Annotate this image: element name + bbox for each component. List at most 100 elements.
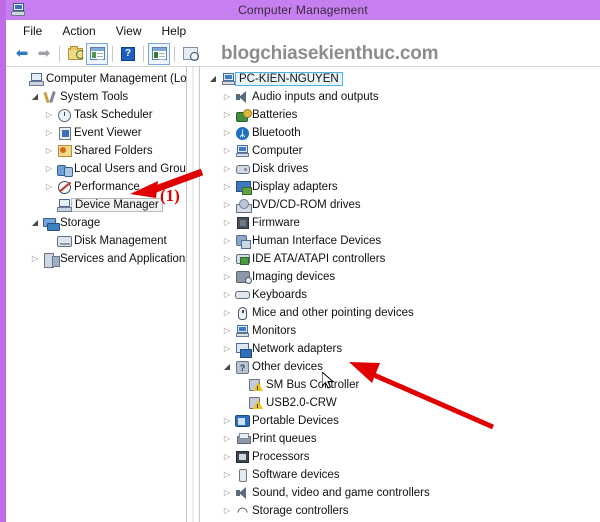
expand-collapse-closed-icon[interactable]: ▷ (220, 106, 234, 124)
tree-row[interactable]: ▷Audio inputs and outputs (200, 88, 600, 106)
tree-row[interactable]: ▷DVD/CD-ROM drives (200, 196, 600, 214)
tree-row[interactable]: ▷Processors (200, 448, 600, 466)
tree-row[interactable]: ▷ Local Users and Groups (6, 160, 186, 178)
expand-collapse-closed-icon[interactable]: ▷ (220, 430, 234, 448)
tree-row[interactable]: ◢?Other devices (200, 358, 600, 376)
tree-row[interactable]: ◢System Tools (6, 88, 186, 106)
tree-row[interactable]: ▷Mice and other pointing devices (200, 304, 600, 322)
expand-collapse-open-icon[interactable]: ◢ (28, 88, 42, 106)
tree-row[interactable]: ▷ Computer (200, 142, 600, 160)
tree-row[interactable]: ▷Services and Applications (6, 250, 186, 268)
expand-collapse-closed-icon[interactable]: ▷ (220, 178, 234, 196)
back-arrow-icon: ⬅ (16, 46, 29, 61)
tree-row[interactable]: USB2.0-CRW (200, 394, 600, 412)
tree-row[interactable]: ▷Imaging devices (200, 268, 600, 286)
local-users-groups-icon (56, 163, 73, 176)
expand-collapse-closed-icon[interactable]: ▷ (220, 286, 234, 304)
computer-management-icon (28, 73, 45, 86)
expand-collapse-closed-icon[interactable]: ▷ (220, 412, 234, 430)
panes-container: Computer Management (Local◢System Tools▷… (6, 67, 600, 522)
back-button[interactable]: ⬅ (11, 43, 33, 65)
expand-collapse-closed-icon[interactable]: ▷ (220, 142, 234, 160)
show-action-pane-button[interactable] (148, 43, 170, 65)
tree-row[interactable]: ▷Task Scheduler (6, 106, 186, 124)
tree-row[interactable]: ▷Software devices (200, 466, 600, 484)
tree-row[interactable]: ▷Human Interface Devices (200, 232, 600, 250)
expand-collapse-closed-icon[interactable]: ▷ (220, 304, 234, 322)
tree-row[interactable]: ◢Storage (6, 214, 186, 232)
expand-collapse-open-icon[interactable]: ◢ (220, 358, 234, 376)
toolbar: ⬅ ➡ ? blogchiasekient (6, 41, 600, 67)
expand-collapse-open-icon[interactable]: ◢ (206, 70, 220, 88)
tree-row[interactable]: ▷Shared Folders (6, 142, 186, 160)
show-hide-console-tree-button[interactable] (86, 43, 108, 65)
tree-item-label: Computer (251, 145, 303, 157)
tree-item-label: Display adapters (251, 181, 338, 193)
expand-collapse-closed-icon[interactable]: ▷ (220, 232, 234, 250)
expand-collapse-closed-icon[interactable]: ▷ (42, 142, 56, 160)
tree-item-label: IDE ATA/ATAPI controllers (251, 253, 385, 265)
expand-collapse-closed-icon[interactable]: ▷ (220, 502, 234, 520)
tree-row[interactable]: Disk Management (6, 232, 186, 250)
device-tree-pane[interactable]: ◢PC-KIEN-NGUYEN▷Audio inputs and outputs… (200, 67, 600, 522)
tree-row[interactable]: ▷Network adapters (200, 340, 600, 358)
tree-row[interactable]: ▷Performance (6, 178, 186, 196)
tree-row[interactable]: ▷Portable Devices (200, 412, 600, 430)
expand-collapse-closed-icon[interactable]: ▷ (220, 88, 234, 106)
help-button[interactable]: ? (117, 43, 139, 65)
expand-collapse-open-icon[interactable]: ◢ (28, 214, 42, 232)
expand-collapse-closed-icon[interactable]: ▷ (42, 124, 56, 142)
pane-splitter[interactable] (186, 67, 200, 522)
tree-item-label: SM Bus Controller (265, 379, 359, 391)
tree-row[interactable]: ▷ᛦBluetooth (200, 124, 600, 142)
tree-row[interactable]: ▷Print queues (200, 430, 600, 448)
tree-row[interactable]: Computer Management (Local (6, 70, 186, 88)
expand-collapse-closed-icon[interactable]: ▷ (220, 448, 234, 466)
menu-action[interactable]: Action (53, 22, 104, 40)
expand-collapse-closed-icon[interactable]: ▷ (42, 178, 56, 196)
dvd-drive-icon (234, 199, 251, 211)
up-folder-button[interactable] (64, 43, 86, 65)
tree-item-label: Keyboards (251, 289, 307, 301)
tree-row[interactable]: ▷◠Storage controllers (200, 502, 600, 520)
menu-file[interactable]: File (14, 22, 51, 40)
storage-controller-icon: ◠ (234, 505, 251, 518)
tree-row[interactable]: ▷Sound, video and game controllers (200, 484, 600, 502)
expand-collapse-closed-icon[interactable]: ▷ (220, 322, 234, 340)
system-tools-icon (42, 90, 59, 104)
tree-row[interactable]: ▷Firmware (200, 214, 600, 232)
expand-collapse-closed-icon[interactable]: ▷ (220, 484, 234, 502)
expand-collapse-closed-icon[interactable]: ▷ (28, 250, 42, 268)
tree-row[interactable]: ▷Disk drives (200, 160, 600, 178)
expand-collapse-closed-icon[interactable]: ▷ (220, 250, 234, 268)
expand-collapse-closed-icon[interactable]: ▷ (220, 214, 234, 232)
tree-row[interactable]: ▷ IDE ATA/ATAPI controllers (200, 250, 600, 268)
expand-collapse-closed-icon[interactable]: ▷ (220, 160, 234, 178)
menu-view[interactable]: View (107, 22, 151, 40)
expand-collapse-closed-icon[interactable]: ▷ (220, 340, 234, 358)
tree-row[interactable]: ▷Monitors (200, 322, 600, 340)
scan-hardware-changes-button[interactable] (179, 43, 201, 65)
forward-arrow-icon: ➡ (38, 46, 51, 61)
tree-item-label: Batteries (251, 109, 297, 121)
expand-collapse-closed-icon[interactable]: ▷ (220, 124, 234, 142)
tree-row[interactable]: SM Bus Controller (200, 376, 600, 394)
expand-collapse-closed-icon[interactable]: ▷ (220, 466, 234, 484)
console-tree-pane[interactable]: Computer Management (Local◢System Tools▷… (6, 67, 186, 522)
menu-help[interactable]: Help (153, 22, 196, 40)
expand-collapse-closed-icon[interactable]: ▷ (42, 160, 56, 178)
forward-button[interactable]: ➡ (33, 43, 55, 65)
tree-row[interactable]: ◢PC-KIEN-NGUYEN (200, 70, 600, 88)
tree-row[interactable]: ▷ Batteries (200, 106, 600, 124)
tree-row[interactable]: ▷ Display adapters (200, 178, 600, 196)
tree-row[interactable]: Device Manager (6, 196, 186, 214)
tree-item-label: Disk Management (73, 235, 167, 247)
expand-collapse-closed-icon[interactable]: ▷ (220, 268, 234, 286)
expand-collapse-closed-icon[interactable]: ▷ (220, 196, 234, 214)
battery-icon (234, 109, 251, 122)
tree-item-label: Local Users and Groups (73, 163, 186, 175)
tree-item-label: Device Manager (71, 198, 163, 212)
tree-row[interactable]: ▷Event Viewer (6, 124, 186, 142)
expand-collapse-closed-icon[interactable]: ▷ (42, 106, 56, 124)
tree-row[interactable]: ▷ Keyboards (200, 286, 600, 304)
